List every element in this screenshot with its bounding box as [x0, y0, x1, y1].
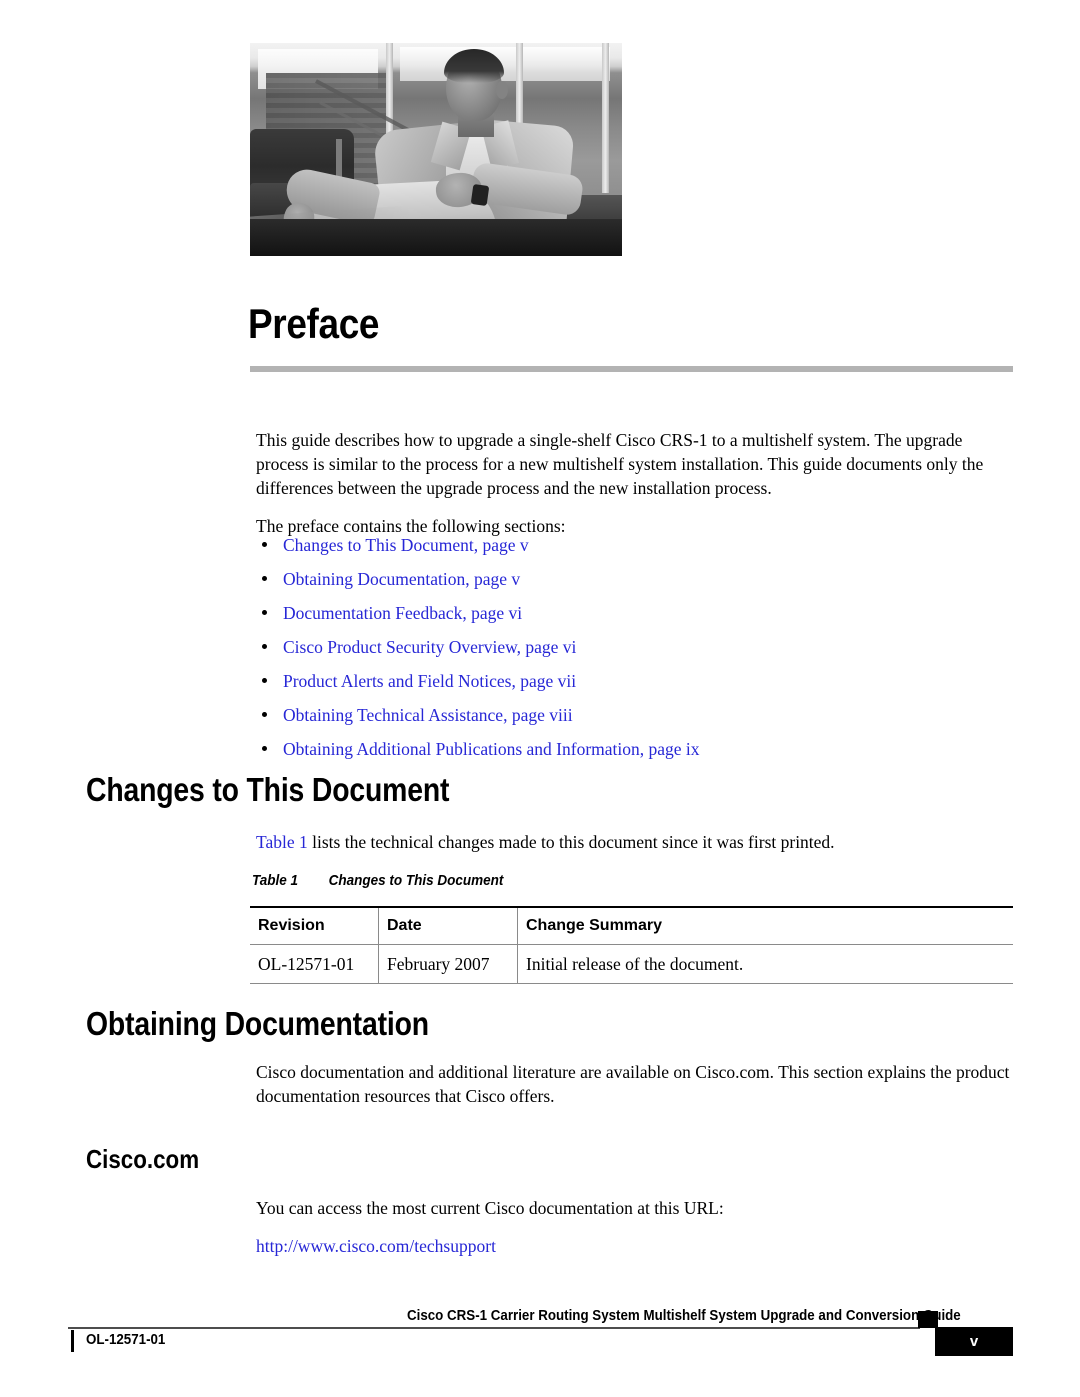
intro-paragraph: This guide describes how to upgrade a si…	[256, 430, 984, 498]
photo-floor	[250, 219, 622, 256]
changes-table: Revision Date Change Summary OL-12571-01…	[250, 906, 1013, 984]
photo-window-pane-right	[400, 47, 610, 81]
heading-cisco-com: Cisco.com	[86, 1144, 200, 1174]
footer-tick-mark	[71, 1330, 74, 1352]
footer-page-number: v	[969, 1333, 979, 1350]
table-caption-title: Changes to This Document	[328, 872, 504, 889]
list-item[interactable]: Obtaining Technical Assistance, page vii…	[256, 704, 1016, 726]
bullet-icon	[262, 678, 267, 683]
cisco-com-url-paragraph: http://www.cisco.com/techsupport	[256, 1234, 1016, 1258]
column-header-date: Date	[378, 906, 518, 945]
list-item[interactable]: Documentation Feedback, page vi	[256, 602, 1016, 624]
column-header-revision: Revision	[250, 906, 379, 945]
cell-date: February 2007	[378, 944, 518, 984]
table-header-row: Revision Date Change Summary	[250, 906, 1013, 945]
chapter-title: Preface	[248, 300, 380, 347]
toc-link[interactable]: Cisco Product Security Overview, page vi	[283, 637, 576, 657]
table-row: OL-12571-01 February 2007 Initial releas…	[250, 944, 1013, 984]
footer-document-title: Cisco CRS-1 Carrier Routing System Multi…	[407, 1308, 961, 1324]
cell-change-summary: Initial release of the document.	[517, 944, 1013, 984]
footer-marker-square	[918, 1311, 938, 1328]
list-item[interactable]: Obtaining Additional Publications and In…	[256, 738, 1016, 760]
toc-link[interactable]: Changes to This Document, page v	[283, 535, 529, 555]
toc-link[interactable]: Obtaining Documentation, page v	[283, 569, 520, 589]
cisco-com-paragraph: You can access the most current Cisco do…	[256, 1198, 724, 1218]
obtaining-documentation-paragraph: Cisco documentation and additional liter…	[256, 1062, 1010, 1106]
heading-obtaining-documentation: Obtaining Documentation	[86, 1005, 429, 1042]
changes-intro-block: Table 1 lists the technical changes made…	[256, 830, 1016, 868]
list-item[interactable]: Cisco Product Security Overview, page vi	[256, 636, 1016, 658]
cell-revision: OL-12571-01	[250, 944, 379, 984]
chapter-hero-photo	[250, 43, 622, 256]
toc-link[interactable]: Product Alerts and Field Notices, page v…	[283, 671, 576, 691]
chapter-title-rule	[250, 366, 1013, 372]
table-reference-link[interactable]: Table 1	[256, 832, 308, 852]
list-item[interactable]: Obtaining Documentation, page v	[256, 568, 1016, 590]
heading-changes-to-this-document: Changes to This Document	[86, 771, 450, 808]
photo-person-wristwatch	[470, 183, 490, 207]
toc-link-list: Changes to This Document, page v Obtaini…	[256, 534, 1016, 760]
bullet-icon	[262, 712, 267, 717]
list-item[interactable]: Changes to This Document, page v	[256, 534, 1016, 556]
bullet-icon	[262, 576, 267, 581]
toc-link[interactable]: Obtaining Technical Assistance, page vii…	[283, 705, 573, 725]
table-head: Revision Date Change Summary	[250, 906, 1013, 945]
document-page: Preface This guide describes how to upgr…	[0, 0, 1080, 1397]
toc-link[interactable]: Documentation Feedback, page vi	[283, 603, 522, 623]
table-caption-label: Table 1	[252, 872, 299, 889]
column-header-change-summary: Change Summary	[517, 906, 1013, 945]
techsupport-url-link[interactable]: http://www.cisco.com/techsupport	[256, 1236, 496, 1256]
photo-person-ear	[496, 81, 508, 99]
bullet-icon	[262, 644, 267, 649]
footer-document-id: OL-12571-01	[86, 1332, 166, 1348]
list-item[interactable]: Product Alerts and Field Notices, page v…	[256, 670, 1016, 692]
changes-intro-paragraph: Table 1 lists the technical changes made…	[256, 830, 1016, 854]
bullet-icon	[262, 542, 267, 547]
footer-rule	[68, 1327, 920, 1329]
toc-link[interactable]: Obtaining Additional Publications and In…	[283, 739, 700, 759]
table-body: OL-12571-01 February 2007 Initial releas…	[250, 944, 1013, 984]
bullet-icon	[262, 746, 267, 751]
toc-link-list-wrapper: Changes to This Document, page v Obtaini…	[256, 528, 1016, 772]
photo-window-mullion	[602, 43, 609, 193]
table-caption: Table 1 Changes to This Document	[252, 872, 503, 889]
cisco-com-block: You can access the most current Cisco do…	[256, 1196, 1016, 1272]
obtaining-documentation-block: Cisco documentation and additional liter…	[256, 1060, 1016, 1122]
changes-intro-rest: lists the technical changes made to this…	[307, 832, 835, 852]
bullet-icon	[262, 610, 267, 615]
